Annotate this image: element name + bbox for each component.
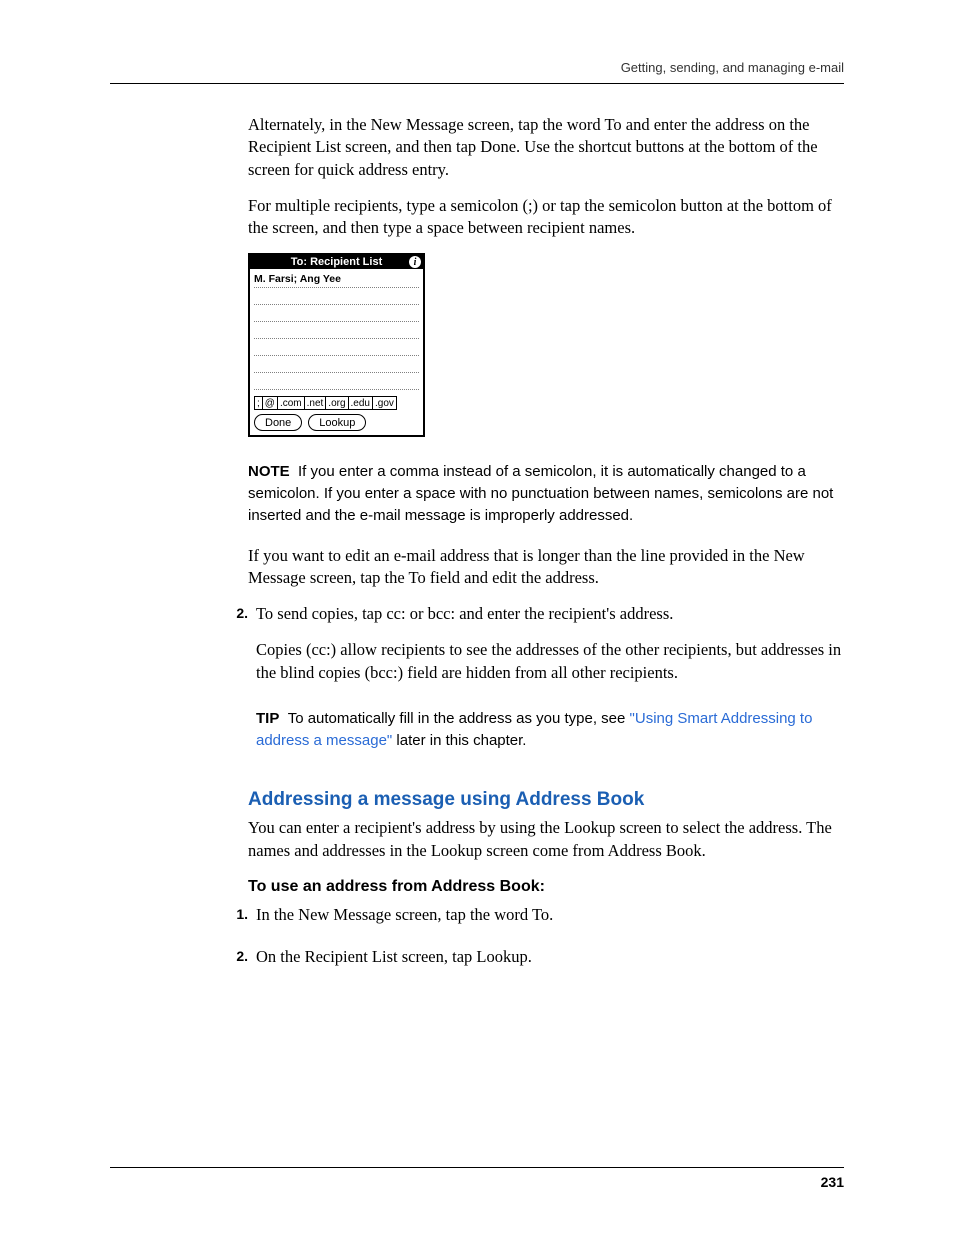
step-item: 1. In the New Message screen, tap the wo… — [248, 904, 844, 934]
lookup-button: Lookup — [308, 414, 366, 431]
page-number: 231 — [110, 1174, 844, 1190]
step-text: To send copies, tap cc: or bcc: and ente… — [256, 603, 844, 625]
header-rule — [110, 83, 844, 84]
blank-line — [254, 324, 419, 339]
paragraph: Alternately, in the New Message screen, … — [248, 114, 844, 181]
page-footer: 231 — [110, 1167, 844, 1190]
button-row: Done Lookup — [254, 414, 419, 431]
shortcut-org: .org — [326, 396, 348, 410]
screenshot-body: M. Farsi; Ang Yee ; @ .com .net .org .ed… — [250, 269, 423, 435]
shortcut-com: .com — [278, 396, 305, 410]
step-item: 2. On the Recipient List screen, tap Loo… — [248, 946, 844, 982]
recipient-entry-line: M. Farsi; Ang Yee — [254, 273, 419, 288]
paragraph: If you want to edit an e-mail address th… — [248, 545, 844, 590]
step-number: 2. — [226, 603, 256, 769]
blank-line — [254, 290, 419, 305]
shortcut-net: .net — [305, 396, 327, 410]
tip-block: TIP To automatically fill in the address… — [256, 708, 844, 752]
step-text: On the Recipient List screen, tap Lookup… — [256, 946, 844, 968]
blank-line — [254, 307, 419, 322]
step-detail: Copies (cc:) allow recipients to see the… — [256, 639, 844, 684]
paragraph: For multiple recipients, type a semicolo… — [248, 195, 844, 240]
tip-text-before: To automatically fill in the address as … — [288, 710, 630, 727]
shortcut-row: ; @ .com .net .org .edu .gov — [254, 396, 419, 410]
footer-rule — [110, 1167, 844, 1168]
note-label: NOTE — [248, 463, 290, 480]
shortcut-at: @ — [263, 396, 278, 410]
subsection-heading: Addressing a message using Address Book — [248, 789, 844, 811]
done-button: Done — [254, 414, 302, 431]
blank-line — [254, 341, 419, 356]
paragraph: You can enter a recipient's address by u… — [248, 817, 844, 862]
step-number: 1. — [226, 904, 256, 934]
shortcut-semicolon: ; — [254, 396, 263, 410]
running-header: Getting, sending, and managing e-mail — [110, 60, 844, 75]
blank-line — [254, 358, 419, 373]
step-item: 2. To send copies, tap cc: or bcc: and e… — [248, 603, 844, 769]
procedure-heading: To use an address from Address Book: — [248, 878, 844, 896]
device-screenshot: To: Recipient List i M. Farsi; Ang Yee ;… — [248, 253, 425, 437]
screenshot-title: To: Recipient List — [291, 256, 382, 268]
tip-label: TIP — [256, 710, 279, 727]
step-number: 2. — [226, 946, 256, 982]
shortcut-edu: .edu — [349, 396, 373, 410]
blank-line — [254, 375, 419, 390]
tip-text-after: later in this chapter. — [392, 732, 526, 749]
note-text: If you enter a comma instead of a semico… — [248, 463, 833, 524]
step-text: In the New Message screen, tap the word … — [256, 904, 844, 926]
shortcut-gov: .gov — [373, 396, 397, 410]
note-block: NOTE If you enter a comma instead of a s… — [248, 461, 844, 526]
screenshot-title-bar: To: Recipient List i — [250, 255, 423, 269]
info-icon: i — [409, 256, 421, 268]
